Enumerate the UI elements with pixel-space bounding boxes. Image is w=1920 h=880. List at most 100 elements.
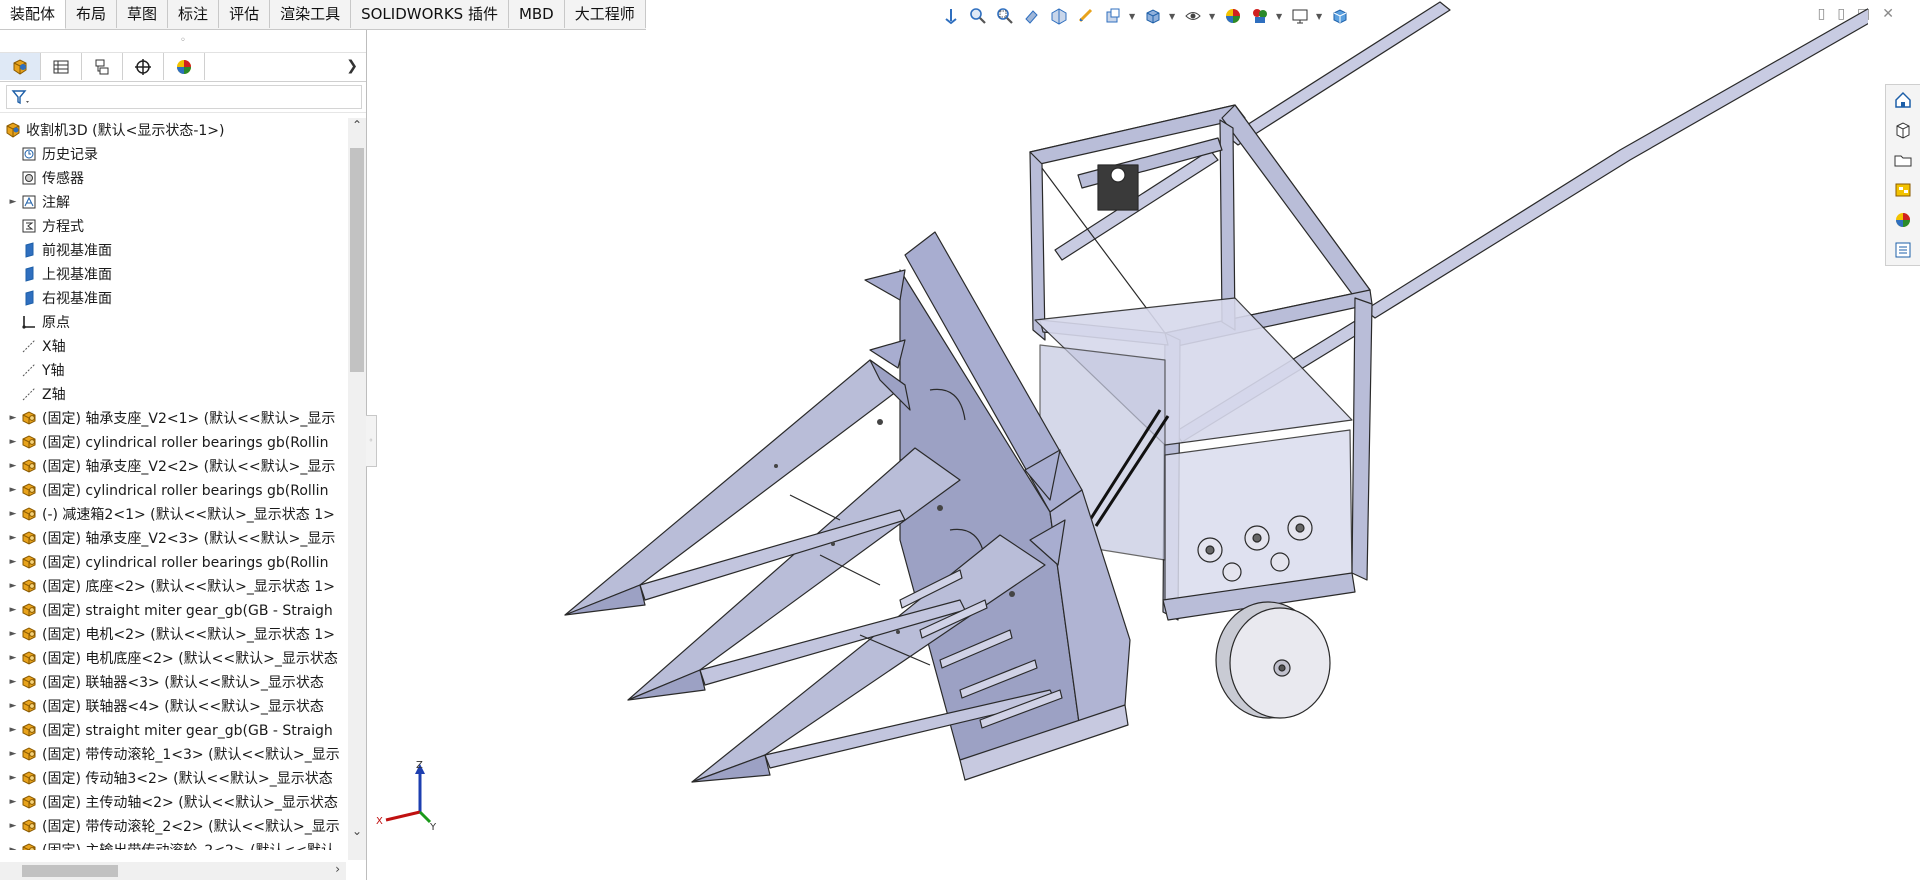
expand-arrow-icon[interactable]: ► <box>8 533 18 543</box>
tree-item-label: 历史记录 <box>42 147 98 163</box>
home-icon[interactable] <box>1886 85 1920 115</box>
expand-arrow-icon[interactable]: ► <box>8 197 18 207</box>
expand-arrow-icon[interactable]: ► <box>8 749 18 759</box>
expand-arrow-icon[interactable]: ► <box>8 509 18 519</box>
part-icon <box>22 819 36 833</box>
scroll-thumb[interactable] <box>350 148 364 372</box>
tree-item[interactable]: ► (固定) cylindrical roller bearings gb(Rol… <box>0 478 346 502</box>
expand-arrow-icon[interactable]: ► <box>8 821 18 831</box>
tab-feature-manager[interactable] <box>0 53 41 80</box>
tree-item[interactable]: ► (-) 减速箱2<1> (默认<<默认>_显示状态 1> <box>0 502 346 526</box>
ribbon-tab-1[interactable]: 布局 <box>66 0 118 28</box>
tree-item[interactable]: ► (固定) cylindrical roller bearings gb(Rol… <box>0 550 346 574</box>
tree-item[interactable]: ► (固定) 电机<2> (默认<<默认>_显示状态 1> <box>0 622 346 646</box>
appearances-icon[interactable] <box>1886 205 1920 235</box>
tree-item[interactable]: ► (固定) 底座<2> (默认<<默认>_显示状态 1> <box>0 574 346 598</box>
tree-item-label: (固定) 电机底座<2> (默认<<默认>_显示状态 <box>42 651 338 667</box>
tree-item[interactable]: 前视基准面 <box>0 238 346 262</box>
tab-configuration-manager[interactable] <box>82 53 123 80</box>
tree-horizontal-scrollbar[interactable]: › <box>0 862 346 880</box>
expand-arrow-icon[interactable]: ► <box>8 845 18 850</box>
tab-dimxpert-manager[interactable] <box>123 53 164 80</box>
tree-item-label: 上视基准面 <box>42 267 112 283</box>
tree-item[interactable]: ► (固定) 电机底座<2> (默认<<默认>_显示状态 <box>0 646 346 670</box>
expand-arrow-icon[interactable]: ► <box>8 653 18 663</box>
tree-item[interactable]: ► (固定) 轴承支座_V2<1> (默认<<默认>_显示 <box>0 406 346 430</box>
tree-item[interactable]: 上视基准面 <box>0 262 346 286</box>
tree-item[interactable]: ► (固定) 带传动滚轮_2<2> (默认<<默认>_显示 <box>0 814 346 838</box>
tree-item[interactable]: ► (固定) 联轴器<3> (默认<<默认>_显示状态 <box>0 670 346 694</box>
hscroll-thumb[interactable] <box>22 865 118 877</box>
file-explorer-icon[interactable] <box>1886 145 1920 175</box>
tree-item[interactable]: ► (固定) 联轴器<4> (默认<<默认>_显示状态 <box>0 694 346 718</box>
ribbon-tab-0[interactable]: 装配体 <box>0 0 67 29</box>
expand-arrow-icon[interactable]: ► <box>8 677 18 687</box>
expand-arrow-icon[interactable]: ► <box>8 413 18 423</box>
tree-item-label: (固定) 电机<2> (默认<<默认>_显示状态 1> <box>42 627 335 643</box>
part-icon <box>22 507 36 521</box>
axis-icon <box>22 363 36 377</box>
ribbon-tab-5[interactable]: 渲染工具 <box>270 0 352 28</box>
tree-item-label: (-) 减速箱2<1> (默认<<默认>_显示状态 1> <box>42 507 335 523</box>
ribbon-tab-3[interactable]: 标注 <box>168 0 220 28</box>
tree-item[interactable]: ► (固定) 轴承支座_V2<3> (默认<<默认>_显示 <box>0 526 346 550</box>
tree-item[interactable]: ► (固定) 主传动轴<2> (默认<<默认>_显示状态 <box>0 790 346 814</box>
tree-item[interactable]: Z轴 <box>0 382 346 406</box>
tree-item[interactable]: 历史记录 <box>0 142 346 166</box>
tree-item[interactable]: ► (固定) 轴承支座_V2<2> (默认<<默认>_显示 <box>0 454 346 478</box>
expand-arrow-icon[interactable]: ► <box>8 629 18 639</box>
task-pane <box>1885 84 1920 266</box>
expand-arrow-icon[interactable]: ► <box>8 557 18 567</box>
ribbon-tab-4[interactable]: 评估 <box>219 0 271 28</box>
tab-property-manager[interactable] <box>41 53 82 80</box>
expand-arrow-icon[interactable]: ► <box>8 581 18 591</box>
tree-item[interactable]: 右视基准面 <box>0 286 346 310</box>
view-palette-icon[interactable] <box>1886 175 1920 205</box>
tab-display-manager[interactable] <box>164 53 205 80</box>
sensor-icon <box>22 171 36 185</box>
tree-item[interactable]: ► (固定) 带传动滚轮_1<3> (默认<<默认>_显示 <box>0 742 346 766</box>
tree-item[interactable]: X轴 <box>0 334 346 358</box>
harvester-model <box>564 1 1868 783</box>
tree-item-label: (固定) 主传动轴<2> (默认<<默认>_显示状态 <box>42 795 338 811</box>
tree-item[interactable]: 原点 <box>0 310 346 334</box>
tree-item[interactable]: 传感器 <box>0 166 346 190</box>
tree-item-label: 原点 <box>42 315 70 331</box>
expand-arrow-icon[interactable]: ► <box>8 485 18 495</box>
expand-arrow-icon[interactable]: ► <box>8 605 18 615</box>
plane-icon <box>25 242 34 258</box>
tree-item[interactable]: ► 注解 <box>0 190 346 214</box>
panel-grip[interactable]: ◦ <box>0 30 366 53</box>
plane-icon <box>25 290 34 306</box>
tree-item[interactable]: 方程式 <box>0 214 346 238</box>
tree-item-label: Y轴 <box>42 363 65 379</box>
design-library-icon[interactable] <box>1886 115 1920 145</box>
tree-item[interactable]: ► (固定) 主输出带传动滚轮_2<2> (默认<<默认 <box>0 838 346 850</box>
tree-item[interactable]: Y轴 <box>0 358 346 382</box>
tree-item[interactable]: ► (固定) cylindrical roller bearings gb(Rol… <box>0 430 346 454</box>
expand-arrow-icon[interactable]: ► <box>8 797 18 807</box>
tree-item[interactable]: ► (固定) straight miter gear_gb(GB - Straig… <box>0 718 346 742</box>
scroll-up-icon[interactable]: ⌃ <box>348 118 366 132</box>
tree-item[interactable]: ► (固定) straight miter gear_gb(GB - Straig… <box>0 598 346 622</box>
scroll-down-icon[interactable]: ⌄ <box>348 824 366 838</box>
tree-filter-input[interactable] <box>6 85 362 109</box>
expand-arrow-icon[interactable]: ► <box>8 773 18 783</box>
origin-icon <box>22 316 35 329</box>
close-icon[interactable]: ✕ <box>1882 6 1894 22</box>
graphics-area[interactable] <box>368 0 1868 880</box>
tree-root[interactable]: 收割机3D (默认<显示状态-1>) <box>0 118 346 142</box>
expand-arrow-icon[interactable]: ► <box>8 725 18 735</box>
expand-arrow-icon[interactable]: ► <box>8 437 18 447</box>
expand-arrow-icon[interactable]: ► <box>8 701 18 711</box>
ribbon-tab-2[interactable]: 草图 <box>117 0 169 28</box>
part-icon <box>22 627 36 641</box>
expand-arrow-icon[interactable]: ► <box>8 461 18 471</box>
tree-vertical-scrollbar[interactable]: ⌃ ⌄ <box>348 118 366 860</box>
reference-triad: Z X Y <box>376 760 437 830</box>
scroll-right-icon[interactable]: › <box>335 862 340 876</box>
tree-item-label: (固定) 带传动滚轮_2<2> (默认<<默认>_显示 <box>42 819 340 835</box>
custom-properties-icon[interactable] <box>1886 235 1920 265</box>
tree-item[interactable]: ► (固定) 传动轴3<2> (默认<<默认>_显示状态 <box>0 766 346 790</box>
chevron-right-icon[interactable]: ❯ <box>346 58 358 74</box>
